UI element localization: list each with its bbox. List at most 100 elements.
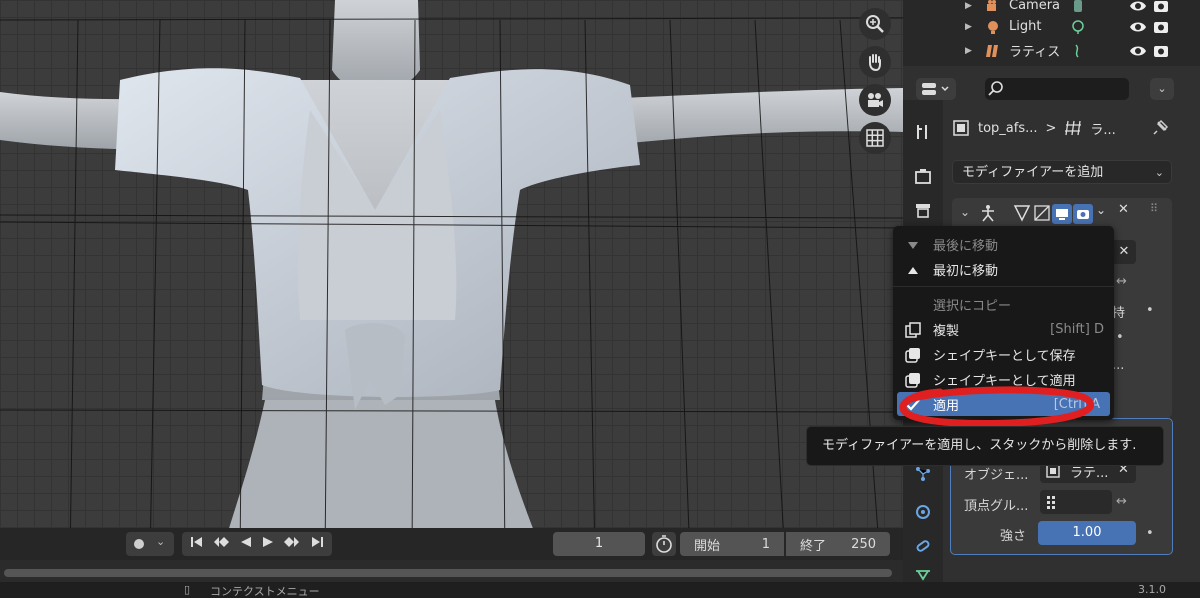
record-icon (134, 539, 144, 549)
expand-arrow-icon[interactable]: ▶ (965, 46, 972, 56)
play-reverse-icon[interactable] (240, 536, 252, 552)
add-modifier-label: モディファイアーを追加 (962, 165, 1104, 180)
menu-item-duplicate[interactable]: 複製 [Shift] D (893, 317, 1114, 341)
triangle-up-icon (905, 262, 921, 278)
menu-item-copy-to-selected: 選択にコピー (893, 292, 1114, 316)
render-camera-icon[interactable] (1153, 43, 1169, 63)
pin-icon[interactable] (1152, 119, 1170, 137)
record-button[interactable]: ⌄ (126, 532, 174, 556)
delete-modifier-icon[interactable]: ✕ (1118, 202, 1129, 217)
vertex-group-field[interactable] (1040, 490, 1112, 514)
end-frame-field[interactable]: 終了 250 (786, 532, 890, 556)
cage-icon[interactable] (1032, 203, 1052, 223)
status-context-menu-text: コンテクストメニュー (210, 585, 320, 598)
end-value: 250 (851, 536, 876, 552)
object-field-label: オブジェ... (964, 468, 1029, 483)
light-object-icon (985, 19, 1001, 35)
options-dropdown[interactable]: ⌄ (1150, 78, 1174, 100)
editor-type-selector[interactable] (916, 78, 956, 100)
timeline-scrollbar[interactable] (4, 569, 892, 577)
invert-arrows-icon[interactable]: ↔ (1116, 494, 1127, 509)
output-tab-icon[interactable] (911, 198, 935, 222)
menu-item-save-as-shapekey[interactable]: シェイプキーとして保存 (893, 342, 1114, 366)
tooltip: モディファイアーを適用し、スタックから削除します. (806, 426, 1164, 466)
drag-handle-icon[interactable]: ⠿ (1150, 202, 1158, 215)
keyframe-dot[interactable]: • (1116, 330, 1124, 345)
mesh-object-icon (953, 120, 969, 136)
stopwatch-icon[interactable] (652, 532, 676, 556)
grid-toggle-icon[interactable] (859, 122, 891, 154)
tool-tab-icon[interactable] (911, 120, 935, 144)
breadcrumb: top_afs... > ラ... (952, 116, 1182, 140)
zoom-icon[interactable] (859, 8, 891, 40)
jump-start-icon[interactable] (191, 536, 203, 552)
menu-item-shortcut: [Shift] D (1050, 321, 1104, 337)
physics-tab-icon[interactable] (911, 500, 935, 524)
expand-arrow-icon[interactable]: ▶ (965, 22, 972, 32)
menu-item-label: 最初に移動 (933, 263, 999, 279)
duplicate-icon (905, 322, 921, 338)
lattice-object-icon (985, 43, 1001, 59)
render-toggle-icon[interactable] (1073, 204, 1093, 224)
chevron-down-icon: ⌄ (1157, 82, 1167, 95)
lattice-data-icon[interactable] (1070, 43, 1086, 59)
3d-viewport[interactable] (0, 0, 903, 566)
playback-controls (182, 532, 332, 556)
add-modifier-dropdown[interactable]: モディファイアーを追加 ⌄ (952, 160, 1172, 184)
play-icon[interactable] (262, 536, 274, 552)
viewport-scene (0, 0, 903, 561)
jump-end-icon[interactable] (311, 536, 323, 552)
start-label: 開始 (694, 538, 721, 554)
pan-hand-icon[interactable] (859, 46, 891, 78)
collapse-chevron-icon[interactable]: ⌄ (960, 205, 970, 219)
start-value: 1 (761, 536, 770, 552)
strength-label: 強さ (1000, 529, 1027, 544)
camera-data-icon[interactable] (1070, 0, 1086, 14)
properties-search-input[interactable] (985, 78, 1129, 100)
keyframe-dot[interactable]: • (1146, 303, 1154, 318)
breadcrumb-separator: > (1045, 120, 1057, 136)
menu-item-move-to-last: 最後に移動 (893, 232, 1114, 256)
edit-mode-icon[interactable] (1012, 203, 1032, 223)
expand-arrow-icon[interactable]: ▶ (965, 1, 972, 11)
visibility-eye-icon[interactable] (1129, 44, 1147, 62)
end-label: 終了 (800, 538, 827, 554)
keyframe-dot[interactable]: • (1146, 526, 1154, 541)
mouse-icon: ▯ (184, 583, 191, 596)
prev-keyframe-icon[interactable] (213, 536, 230, 552)
outliner-row-light[interactable]: ▶ Light (903, 15, 1200, 38)
outliner: ▶ Camera ▶ Light ▶ ラティス (903, 0, 1200, 66)
lattice-data-icon (1065, 120, 1082, 136)
outliner-item-label: Light (1009, 19, 1042, 34)
visibility-eye-icon[interactable] (1129, 20, 1147, 38)
render-camera-icon[interactable] (1153, 19, 1169, 39)
menu-separator (893, 286, 1114, 287)
menu-item-label: 選択にコピー (933, 298, 1012, 314)
menu-item-label: シェイプキーとして保存 (933, 348, 1076, 364)
armature-modifier-icon (982, 205, 994, 222)
modifier-menu-chevron-icon[interactable]: ⌄ (1096, 203, 1106, 217)
breadcrumb-object: top_afs... (978, 120, 1038, 136)
menu-item-label: 複製 (933, 323, 960, 339)
strength-slider[interactable]: 1.00 (1038, 521, 1136, 545)
outliner-row-lattice[interactable]: ▶ ラティス (903, 39, 1200, 62)
outliner-item-label: Camera (1009, 0, 1061, 13)
render-tab-icon[interactable] (911, 164, 935, 188)
data-tab-icon[interactable] (911, 562, 935, 586)
viewport-display-icon[interactable] (1052, 204, 1072, 224)
vertex-group-icon (1047, 496, 1055, 509)
camera-view-icon[interactable] (859, 84, 891, 116)
menu-item-label: 最後に移動 (933, 238, 999, 254)
clear-field-icon[interactable]: ✕ (1112, 240, 1136, 264)
start-frame-field[interactable]: 開始 1 (680, 532, 784, 556)
constraints-tab-icon[interactable] (911, 534, 935, 558)
breadcrumb-data: ラ... (1090, 122, 1116, 138)
menu-item-move-to-first[interactable]: 最初に移動 (893, 257, 1114, 281)
timeline-scrubber[interactable] (0, 560, 903, 582)
current-frame-field[interactable]: 1 (553, 532, 645, 556)
light-data-icon[interactable] (1070, 19, 1086, 35)
status-bar: ▯ コンテクストメニュー 3.1.0 (0, 582, 1200, 598)
next-keyframe-icon[interactable] (284, 536, 300, 552)
swap-arrows-icon[interactable]: ↔ (1116, 274, 1127, 289)
triangle-down-icon (905, 237, 921, 253)
